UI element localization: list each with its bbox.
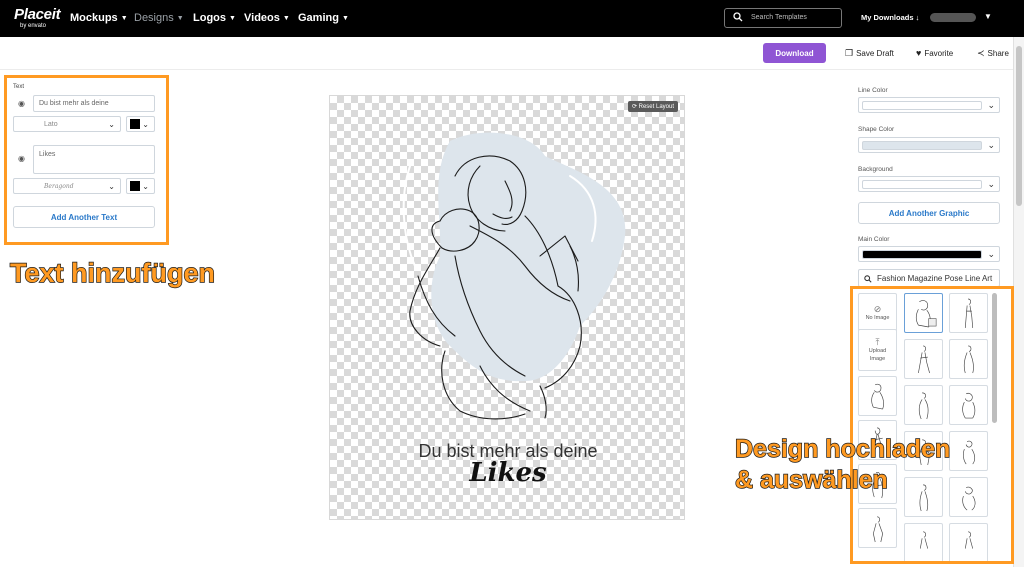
nav-item-mockups[interactable]: Mockups ▼ (70, 12, 128, 24)
shape-color-label: Shape Color (858, 126, 895, 133)
color-swatch (130, 119, 140, 129)
annotation-line-1: Design hochladen (734, 434, 951, 463)
my-downloads-link[interactable]: My Downloads ↓ (861, 13, 919, 22)
chevron-down-icon: ⌄ (987, 140, 995, 150)
main-color-select[interactable]: ⌄ (858, 246, 1000, 262)
chevron-down-icon: ⌄ (108, 120, 115, 129)
account-dropdown-icon[interactable]: ▼ (984, 12, 992, 21)
shape-color-select[interactable]: ⌄ (858, 137, 1000, 153)
nav-item-gaming[interactable]: Gaming ▼ (298, 12, 349, 24)
graphic-search-value: Fashion Magazine Pose Line Art (877, 274, 993, 283)
share-label: Share (987, 49, 1009, 58)
color-swatch (862, 101, 982, 110)
font-select-2[interactable]: Beragond ⌄ (13, 178, 121, 194)
graphic-grid-highlight (850, 286, 1014, 564)
chevron-down-icon: ▼ (341, 14, 349, 22)
line-color-label: Line Color (858, 87, 888, 94)
nav-item-logos[interactable]: Logos ▼ (193, 12, 236, 24)
chevron-down-icon: ⌄ (108, 182, 115, 191)
logo-subtext: by envato (20, 23, 47, 29)
copy-icon: ❐ (845, 48, 854, 58)
user-account-name[interactable] (930, 13, 976, 22)
text-panel-title: Text (13, 84, 25, 90)
main-color-label: Main Color (858, 236, 890, 243)
add-another-text-button[interactable]: Add Another Text (13, 206, 155, 228)
line-color-select[interactable]: ⌄ (858, 97, 1000, 113)
page-scrollbar[interactable] (1013, 37, 1024, 567)
text-color-select-2[interactable]: ⌄ (126, 178, 155, 194)
annotation-design-hochladen: Design hochladen & auswählen (734, 434, 951, 497)
favorite-button[interactable]: ♥ Favorite (916, 48, 953, 58)
logo-text: Placeit (14, 6, 61, 23)
chevron-down-icon: ▼ (120, 14, 128, 22)
color-swatch (130, 181, 140, 191)
text-line-2-input[interactable]: Likes (33, 145, 155, 174)
line-art-woman-illustration (402, 132, 626, 420)
font-select-value: Lato (44, 121, 58, 128)
search-icon (733, 12, 743, 22)
download-button[interactable]: Download (763, 43, 826, 63)
chevron-down-icon: ▼ (229, 14, 236, 22)
nav-item-label: Logos (193, 12, 226, 24)
nav-item-label: Gaming (298, 12, 339, 24)
chevron-down-icon: ⌄ (142, 182, 149, 191)
share-button[interactable]: ≺ Share (977, 48, 1009, 59)
color-swatch (862, 141, 982, 150)
add-another-graphic-button[interactable]: Add Another Graphic (858, 202, 1000, 224)
annotation-line-2: & auswählen (734, 466, 888, 495)
design-canvas[interactable]: ⟳ Reset Layout Du bist mehr als deine Li… (329, 95, 685, 520)
top-navigation-bar: Placeit by envato Mockups ▼ Designs ▼ Logo… (0, 0, 1024, 37)
chevron-down-icon: ⌄ (987, 179, 995, 189)
editor-toolbar: Download ❐ Save Draft ♥ Favorite ≺ Share (0, 37, 1013, 70)
font-select-1[interactable]: Lato ⌄ (13, 116, 121, 132)
save-draft-button[interactable]: ❐ Save Draft (845, 48, 894, 59)
search-icon (864, 275, 872, 283)
favorite-label: Favorite (924, 49, 954, 58)
chevron-down-icon: ⌄ (987, 249, 995, 259)
page-scrollbar-thumb[interactable] (1016, 46, 1022, 206)
canvas-text-line-2[interactable]: Likes (330, 458, 684, 488)
chevron-down-icon: ⌄ (142, 120, 149, 129)
graphic-search-input[interactable]: Fashion Magazine Pose Line Art (858, 269, 1000, 287)
text-line-1-input[interactable]: Du bist mehr als deine (33, 95, 155, 112)
background-color-select[interactable]: ⌄ (858, 176, 1000, 192)
eye-icon[interactable]: ◉ (18, 154, 25, 163)
chevron-down-icon: ▼ (176, 14, 184, 22)
nav-item-designs[interactable]: Designs ▼ (134, 12, 184, 24)
background-label: Background (858, 166, 893, 173)
chevron-down-icon: ▼ (282, 14, 290, 22)
search-templates-input[interactable]: Search Templates (724, 8, 842, 28)
font-select-value: Beragond (44, 183, 74, 190)
search-placeholder: Search Templates (751, 14, 807, 21)
text-color-select-1[interactable]: ⌄ (126, 116, 155, 132)
placeit-logo[interactable]: Placeit by envato (14, 6, 61, 29)
eye-icon[interactable]: ◉ (18, 99, 25, 108)
heart-icon: ♥ (916, 48, 922, 58)
color-swatch (862, 250, 982, 259)
nav-item-label: Designs (134, 12, 174, 24)
chevron-down-icon: ⌄ (987, 100, 995, 110)
annotation-text-hinzufuegen: Text hinzufügen (9, 257, 215, 288)
nav-item-videos[interactable]: Videos ▼ (244, 12, 290, 24)
color-swatch (862, 180, 982, 189)
nav-item-label: Videos (244, 12, 280, 24)
share-icon: ≺ (977, 48, 985, 58)
nav-item-label: Mockups (70, 12, 118, 24)
save-draft-label: Save Draft (856, 49, 894, 58)
